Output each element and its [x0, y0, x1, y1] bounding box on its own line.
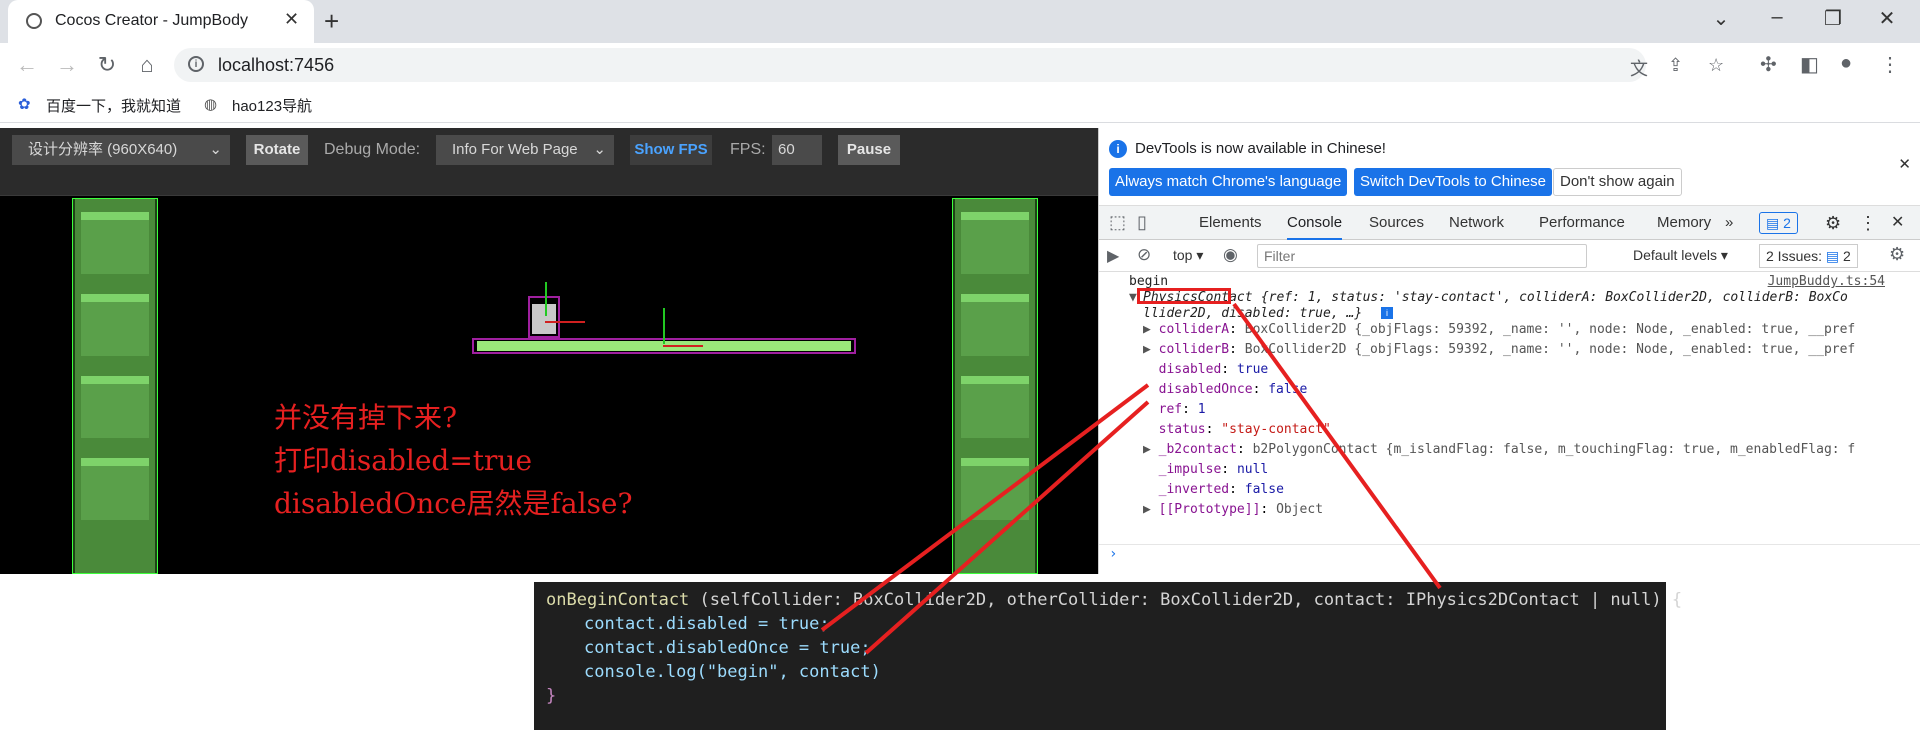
- arrow-disabled-once: [864, 400, 1150, 655]
- arrow-disabled: [820, 383, 1150, 632]
- arrow-physics-contact: [1232, 302, 1442, 590]
- annotation-arrows: [820, 302, 1442, 655]
